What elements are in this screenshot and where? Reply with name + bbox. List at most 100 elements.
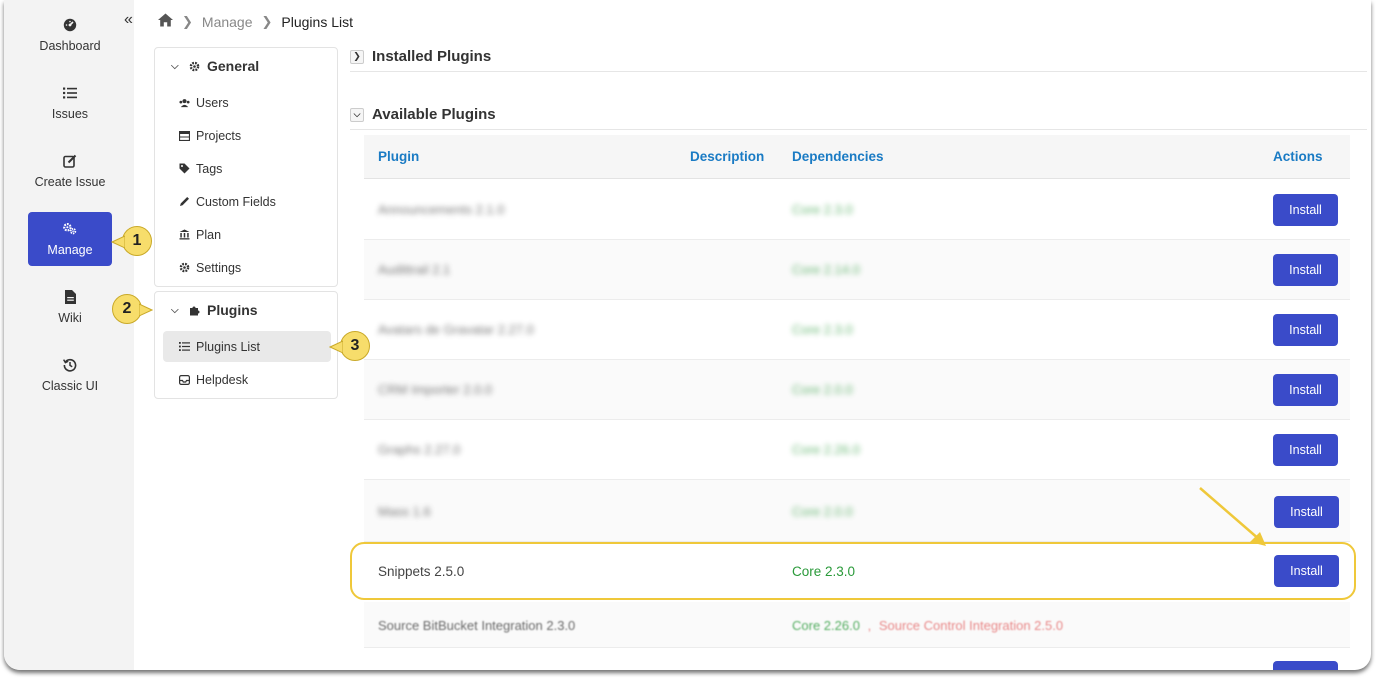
callout-badge-2: 2 [112, 294, 153, 324]
puzzle-icon [189, 304, 201, 316]
plugin-name: Avatars de Gravatar 2.27.0 [378, 322, 534, 337]
section-divider [350, 129, 1367, 130]
menu-item-label: Settings [196, 260, 242, 275]
plugin-name: Mass 1.6 [378, 504, 431, 519]
menu-item-settings[interactable]: Settings [163, 252, 331, 283]
annotation-arrow-icon [1199, 487, 1266, 546]
users-icon [179, 97, 190, 108]
plugins-menu-header[interactable]: ⌵ Plugins [155, 302, 258, 318]
chevron-right-icon: ❯ [350, 49, 364, 64]
plugin-dependency: Core 2.0.0 [792, 504, 853, 519]
chevron-down-icon: ⌵ [171, 60, 179, 72]
sidebar-item-wiki[interactable]: Wiki [28, 280, 112, 334]
menu-item-projects[interactable]: Projects [163, 120, 331, 151]
gears-icon [63, 222, 77, 236]
breadcrumb: ❯ Manage ❯ Plugins List [158, 13, 353, 30]
callout-pointer [329, 340, 343, 354]
general-menu-header[interactable]: ⌵ General [155, 58, 259, 74]
install-button-partial[interactable] [1273, 661, 1338, 670]
plugin-dependency: Core 2.0.0 [792, 382, 853, 397]
sidebar-item-label: Wiki [58, 310, 82, 325]
available-plugins-header[interactable]: ⌵ Available Plugins [350, 106, 496, 123]
chevron-right-icon: ❯ [261, 13, 273, 29]
plugins-menu-title: Plugins [207, 302, 258, 318]
sidebar-item-create-issue[interactable]: Create Issue [28, 144, 112, 198]
plugins-menu: ⌵ Plugins Plugins List Helpdesk [154, 291, 338, 399]
sidebar-item-manage[interactable]: Manage [28, 212, 112, 266]
table-row: Audittrail 2.1 Core 2.14.0 Install [364, 240, 1350, 300]
menu-item-plan[interactable]: Plan [163, 219, 331, 250]
chevron-down-icon: ⌵ [350, 107, 364, 122]
sidebar-item-issues[interactable]: Issues [28, 76, 112, 130]
sidebar-item-label: Dashboard [39, 38, 101, 53]
plugin-dependency: Core 2.26.0 , Source Control Integration… [792, 618, 1063, 633]
install-button[interactable]: Install [1273, 374, 1338, 406]
plugin-name: Announcements 2.1.0 [378, 202, 505, 217]
plugin-name: CRM Importer 2.0.0 [378, 382, 493, 397]
menu-item-label: Helpdesk [196, 372, 249, 387]
breadcrumb-item-manage[interactable]: Manage [202, 14, 253, 30]
menu-item-label: Tags [196, 161, 223, 176]
home-icon[interactable] [158, 13, 173, 30]
table-row: Graphs 2.27.0 Core 2.26.0 Install [364, 420, 1350, 480]
app-window: Dashboard Issues Create Issue Manage Wik… [4, 0, 1371, 670]
gear-icon [179, 262, 190, 273]
menu-item-label: Custom Fields [196, 194, 276, 209]
sidebar-item-classic-ui[interactable]: Classic UI [28, 348, 112, 402]
menu-item-label: Users [196, 95, 229, 110]
install-button[interactable]: Install [1273, 194, 1338, 226]
pencil-icon [179, 196, 190, 207]
sidebar-item-dashboard[interactable]: Dashboard [28, 8, 112, 62]
menu-item-plugins-list[interactable]: Plugins List [163, 331, 331, 362]
table-row: Avatars de Gravatar 2.27.0 Core 2.3.0 In… [364, 300, 1350, 360]
list-icon [179, 341, 190, 352]
gear-icon [189, 60, 201, 72]
plugin-dependency: Core 2.26.0 [792, 442, 860, 457]
plugin-dependency: Core 2.3.0 [792, 322, 853, 337]
plugins-table-header: Plugin Description Dependencies Actions [364, 135, 1350, 179]
chevron-right-icon: ❯ [182, 13, 193, 29]
menu-item-users[interactable]: Users [163, 87, 331, 118]
column-header-plugin[interactable]: Plugin [378, 149, 419, 164]
callout-pointer [139, 303, 153, 317]
menu-item-custom-fields[interactable]: Custom Fields [163, 186, 331, 217]
tag-icon [179, 163, 190, 174]
column-header-description[interactable]: Description [690, 149, 764, 164]
install-button[interactable]: Install [1274, 496, 1339, 528]
breadcrumb-item-current: Plugins List [281, 13, 353, 30]
column-header-dependencies[interactable]: Dependencies [792, 149, 884, 164]
plugin-name: Graphs 2.27.0 [378, 442, 461, 457]
table-icon [179, 130, 190, 141]
callout-badge-1: 1 [111, 226, 152, 256]
sidebar-item-label: Classic UI [41, 378, 99, 393]
sidebar-rail: Dashboard Issues Create Issue Manage Wik… [4, 0, 134, 670]
plugin-name: Source BitBucket Integration 2.3.0 [378, 618, 576, 633]
menu-item-tags[interactable]: Tags [163, 153, 331, 184]
dependency-ok: Core 2.26.0 [792, 618, 860, 633]
menu-item-label: Plan [196, 227, 222, 242]
dashboard-icon [63, 18, 77, 32]
menu-item-helpdesk[interactable]: Helpdesk [163, 364, 331, 395]
sidebar-item-label: Issues [51, 106, 89, 121]
edit-icon [63, 154, 77, 168]
general-menu-title: General [207, 58, 260, 74]
history-icon [63, 358, 77, 372]
list-icon [63, 86, 77, 100]
install-button[interactable]: Install [1273, 434, 1338, 466]
install-button[interactable]: Install [1273, 314, 1338, 346]
general-menu: ⌵ General Users Projects Tags Custom Fie… [154, 47, 338, 287]
install-button[interactable]: Install [1273, 254, 1338, 286]
installed-plugins-header[interactable]: ❯ Installed Plugins [350, 48, 491, 65]
plugin-name: Audittrail 2.1 [378, 262, 451, 277]
chevron-down-icon: ⌵ [171, 304, 179, 316]
section-title: Installed Plugins [372, 48, 492, 65]
section-title: Available Plugins [372, 106, 496, 123]
callout-label: 2 [122, 300, 132, 317]
callout-label: 1 [132, 232, 142, 249]
callout-label: 3 [350, 337, 360, 354]
table-row: Announcements 2.1.0 Core 2.3.0 Install [364, 180, 1350, 240]
collapse-sidebar-button[interactable]: « [124, 11, 133, 29]
plugin-dependency: Core 2.3.0 [792, 202, 853, 217]
dependency-missing: Source Control Integration 2.5.0 [878, 618, 1064, 633]
document-icon [63, 289, 77, 304]
